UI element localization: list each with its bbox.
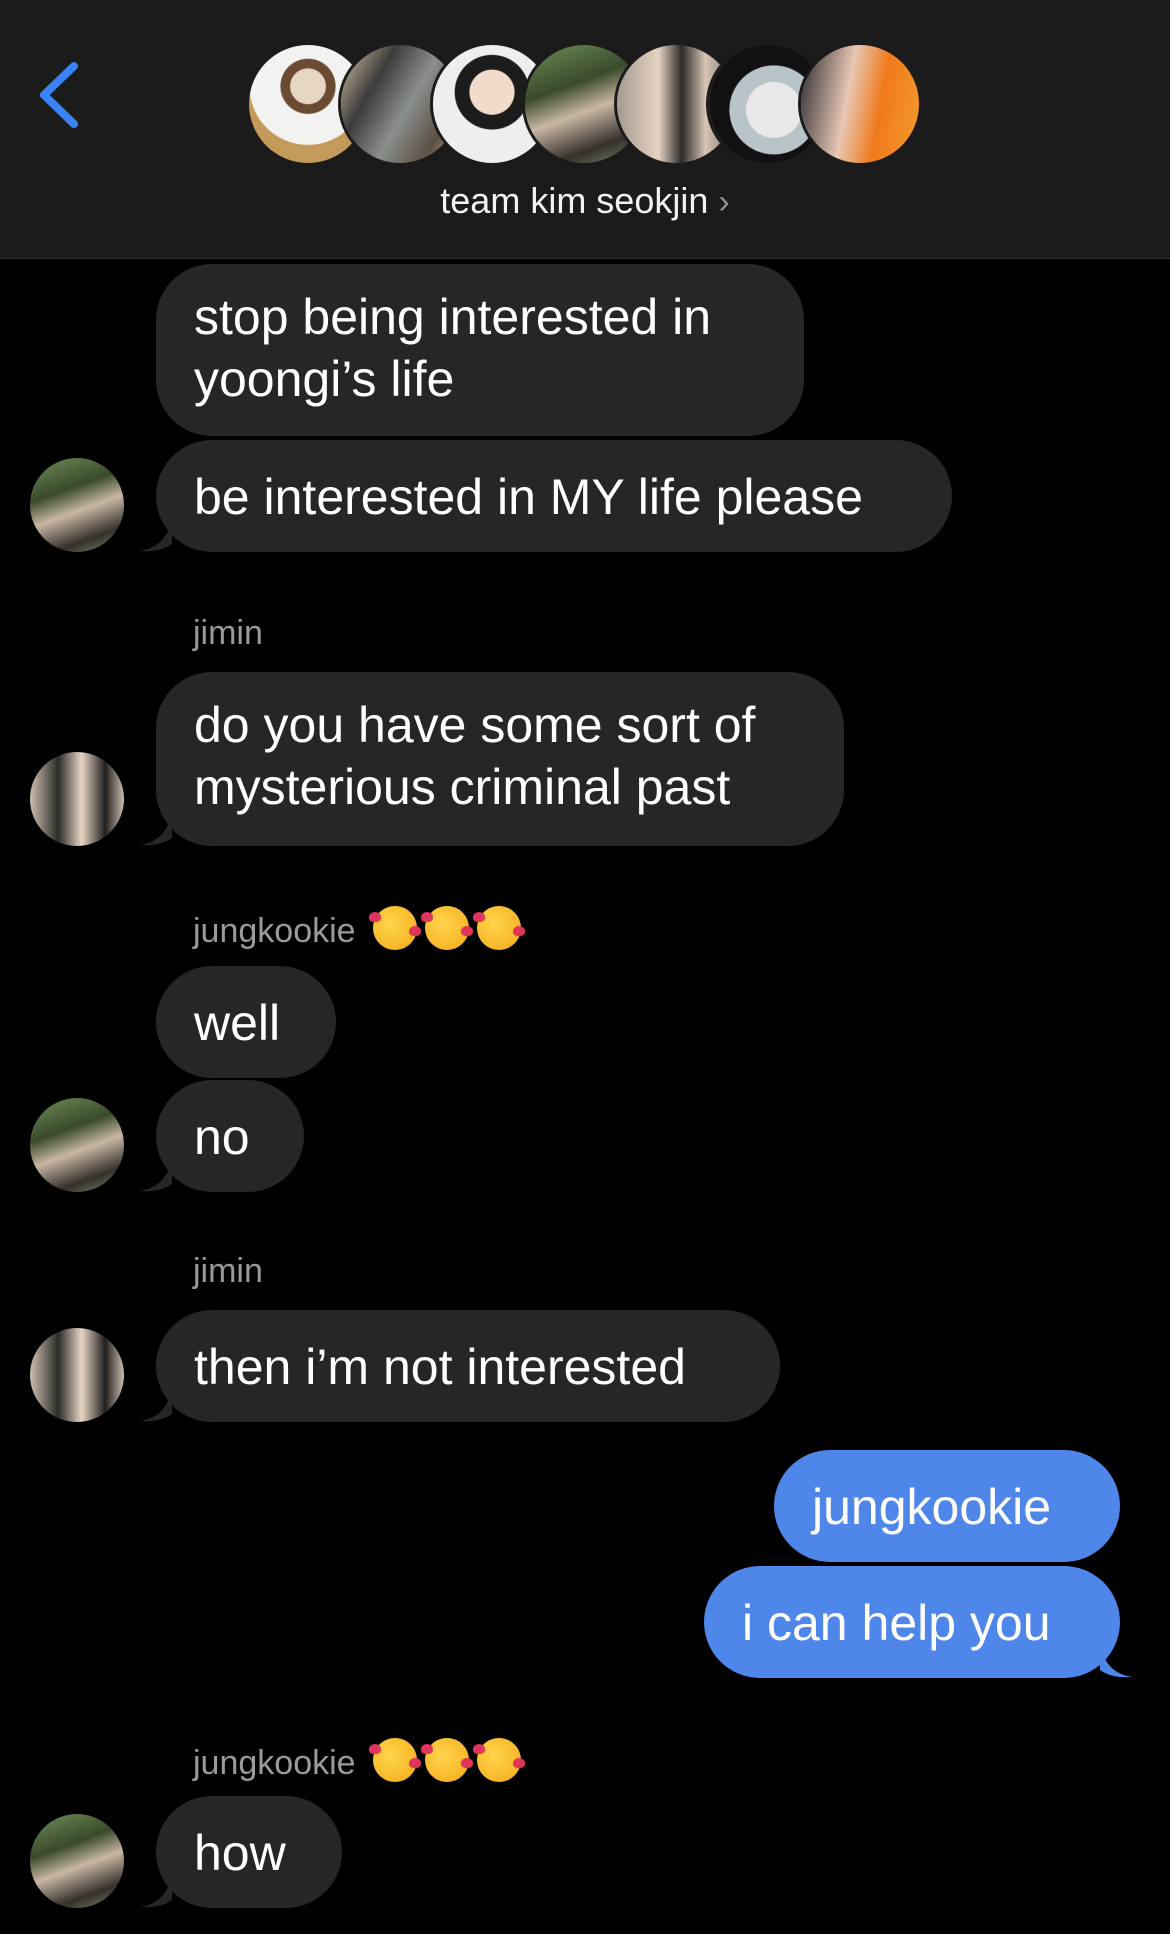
message-text: jungkookie: [812, 1479, 1052, 1535]
incoming-message[interactable]: how: [156, 1796, 342, 1908]
incoming-message[interactable]: no: [156, 1080, 304, 1192]
avatar[interactable]: [30, 458, 124, 552]
group-name: team kim seokjin: [440, 180, 709, 221]
outgoing-message[interactable]: i can help you: [704, 1566, 1120, 1678]
bubble-tail: [140, 1874, 172, 1908]
message-line: mysterious criminal past: [194, 759, 731, 815]
outgoing-message[interactable]: jungkookie: [774, 1450, 1120, 1562]
message-text: be interested in MY life please: [194, 469, 863, 525]
back-button[interactable]: [36, 60, 86, 130]
conversation-header: team kim seokjin ›: [0, 0, 1170, 259]
sender-name: jimin: [193, 1252, 263, 1290]
incoming-message[interactable]: then i’m not interested: [156, 1310, 780, 1422]
message-text: well: [194, 995, 281, 1051]
incoming-message[interactable]: stop being interested in yoongi’s life: [156, 264, 804, 436]
sender-name: jungkookie: [193, 1738, 526, 1783]
smiling-face-with-hearts-icon: [473, 906, 526, 950]
smiling-face-with-hearts-icon: [369, 906, 422, 950]
group-name-button[interactable]: team kim seokjin ›: [0, 180, 1170, 222]
avatar: [798, 42, 922, 166]
sender-name: jungkookie: [193, 906, 526, 951]
bubble-tail: [140, 1158, 172, 1192]
bubble-tail: [140, 1388, 172, 1422]
message-line: yoongi’s life: [194, 351, 455, 407]
message-text: how: [194, 1825, 286, 1881]
chevron-right-icon: ›: [718, 183, 730, 221]
message-line: stop being interested in: [194, 289, 712, 345]
incoming-message[interactable]: do you have some sort of mysterious crim…: [156, 672, 844, 846]
smiling-face-with-hearts-icon: [421, 906, 474, 950]
bubble-tail: [140, 518, 172, 552]
incoming-message[interactable]: be interested in MY life please: [156, 440, 952, 552]
message-text: then i’m not interested: [194, 1339, 686, 1395]
smiling-face-with-hearts-icon: [473, 1738, 526, 1782]
bubble-tail: [1100, 1644, 1132, 1678]
chevron-left-icon: [40, 62, 78, 128]
message-text: i can help you: [742, 1595, 1051, 1651]
message-line: do you have some sort of: [194, 697, 756, 753]
sender-name: jimin: [193, 614, 263, 652]
message-text: no: [194, 1109, 250, 1165]
avatar[interactable]: [30, 1328, 124, 1422]
bubble-tail: [140, 812, 172, 846]
smiling-face-with-hearts-icon: [421, 1738, 474, 1782]
avatar[interactable]: [30, 1814, 124, 1908]
avatar[interactable]: [30, 1098, 124, 1192]
avatar[interactable]: [30, 752, 124, 846]
group-avatars[interactable]: [246, 42, 926, 168]
smiling-face-with-hearts-icon: [369, 1738, 422, 1782]
incoming-message[interactable]: well: [156, 966, 336, 1078]
